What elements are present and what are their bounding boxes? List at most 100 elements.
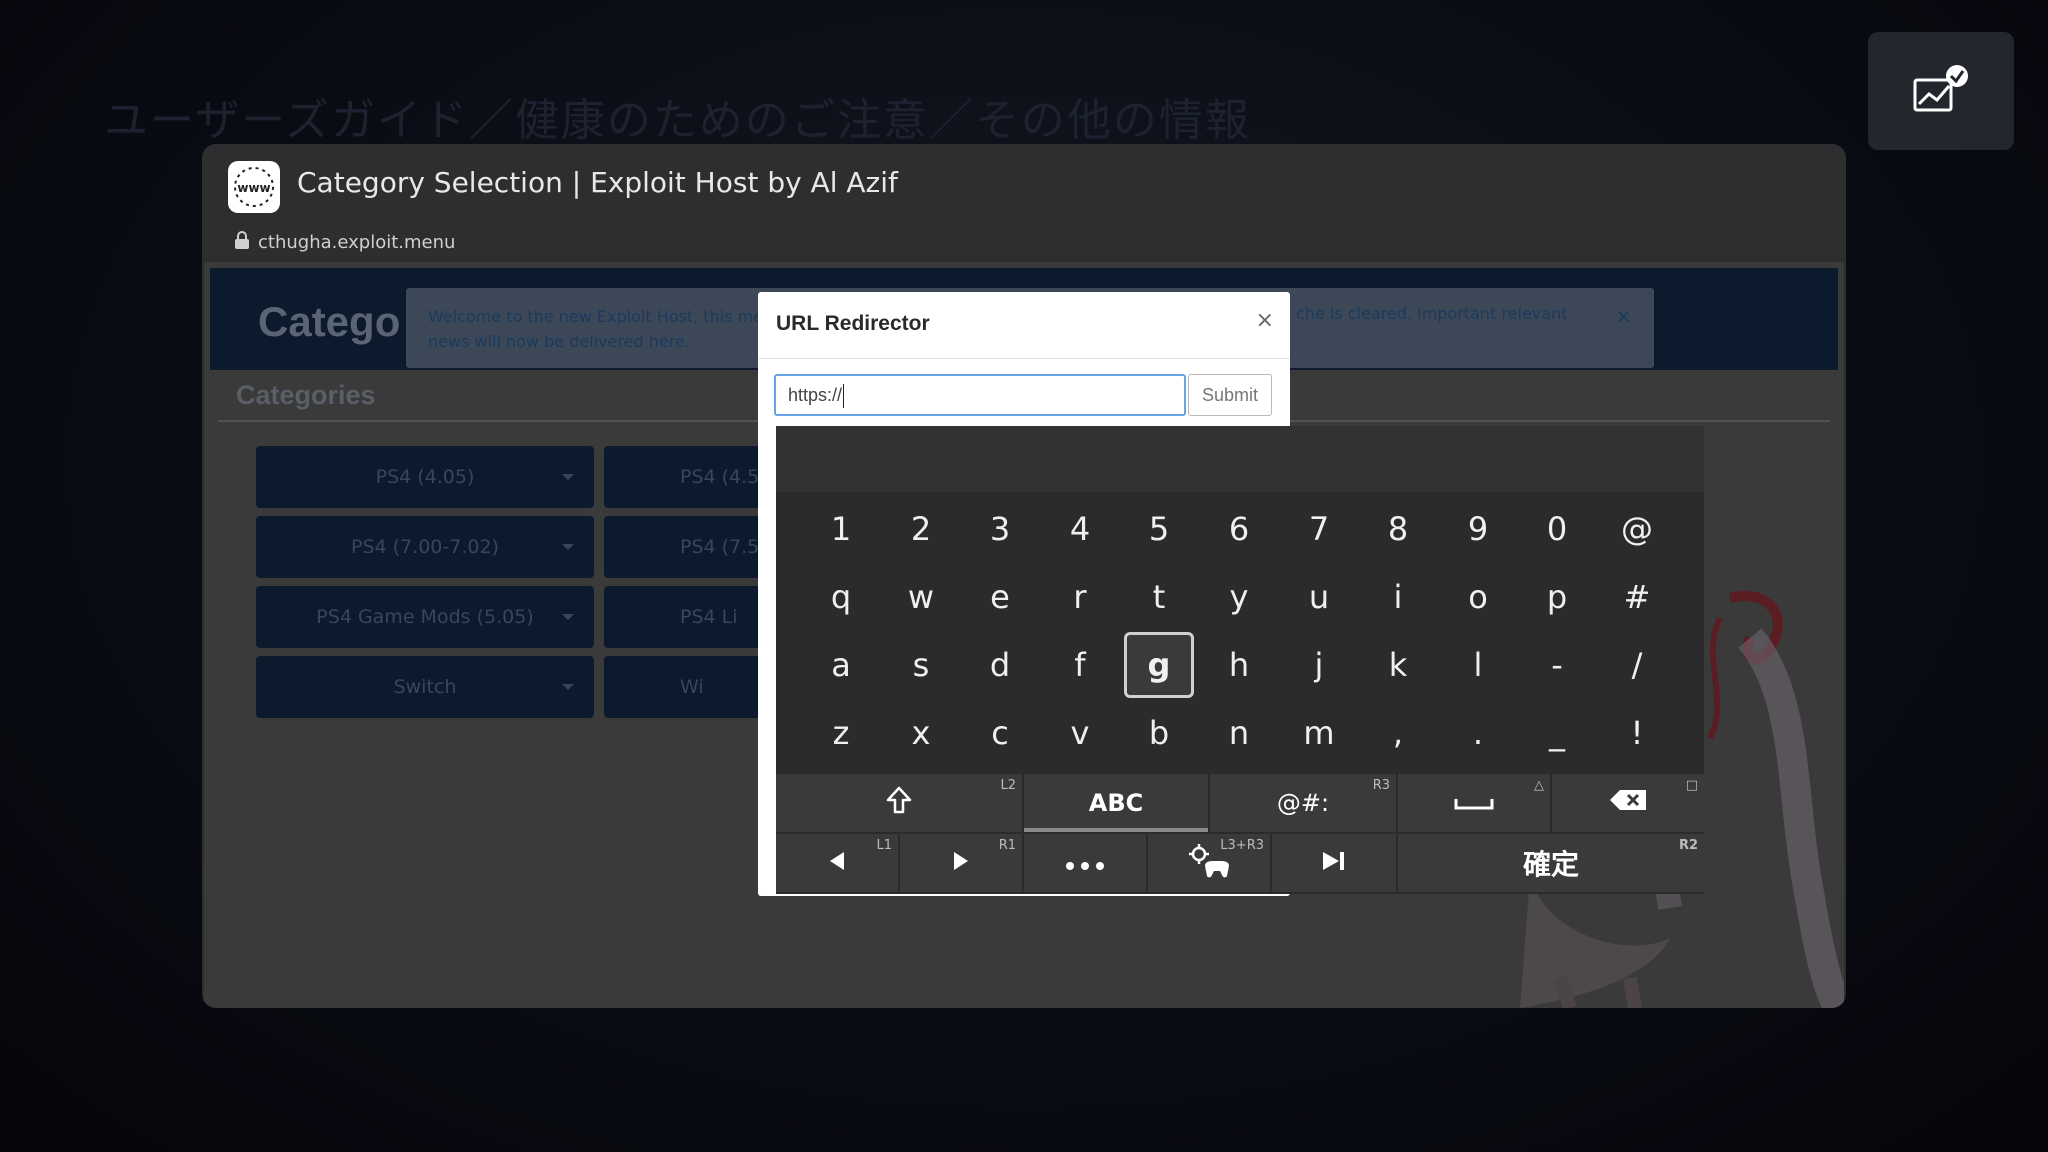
key[interactable]: 7 [1284, 496, 1354, 562]
key[interactable]: c [965, 700, 1035, 766]
key-focused[interactable]: g [1124, 632, 1194, 698]
category-button[interactable]: PS4 (7.00-7.02) [256, 516, 594, 578]
category-button[interactable]: PS4 (4.5 [604, 446, 764, 508]
key[interactable]: 8 [1363, 496, 1433, 562]
confirm-key-tag: R2 [1678, 838, 1698, 853]
url-input[interactable]: https:// [774, 374, 1186, 416]
key[interactable]: 9 [1443, 496, 1513, 562]
capture-button[interactable] [1868, 32, 2014, 150]
square-button-tag: □ [1685, 778, 1698, 793]
alert-close-icon[interactable]: × [1615, 304, 1632, 328]
key[interactable]: 1 [806, 496, 876, 562]
url-input-value: https:// [788, 385, 843, 405]
more-options-key[interactable] [1024, 834, 1146, 892]
key[interactable]: a [806, 632, 876, 698]
category-button[interactable]: PS4 (7.5 [604, 516, 764, 578]
key[interactable]: s [886, 632, 956, 698]
caret-down-icon [562, 474, 574, 480]
key[interactable]: - [1522, 632, 1592, 698]
url-row: cthugha.exploit.menu [234, 230, 455, 254]
key[interactable]: ! [1602, 700, 1672, 766]
category-button[interactable]: PS4 Li [604, 586, 764, 648]
key[interactable]: n [1204, 700, 1274, 766]
key[interactable]: 4 [1045, 496, 1115, 562]
category-label: PS4 (4.5 [680, 466, 760, 488]
backspace-icon [1608, 788, 1648, 818]
cursor-left-key[interactable]: L1 [776, 834, 898, 892]
background-title: ユーザーズガイド／健康のためのご注意／その他の情報 [104, 95, 1251, 146]
triangle-left-icon [829, 849, 845, 877]
abc-mode-label: ABC [1088, 789, 1144, 817]
key[interactable]: z [806, 700, 876, 766]
key[interactable]: h [1204, 632, 1274, 698]
key[interactable]: p [1522, 564, 1592, 630]
key[interactable]: e [965, 564, 1035, 630]
abc-mode-key[interactable]: ABC [1024, 774, 1208, 832]
key[interactable]: , [1363, 700, 1433, 766]
key[interactable]: m [1284, 700, 1354, 766]
triangle-right-icon [953, 849, 969, 877]
key[interactable]: . [1443, 700, 1513, 766]
key[interactable]: d [965, 632, 1035, 698]
backspace-key[interactable]: □ [1552, 774, 1704, 832]
space-key[interactable]: △ [1398, 774, 1550, 832]
key[interactable]: w [886, 564, 956, 630]
key[interactable]: u [1284, 564, 1354, 630]
shift-key[interactable]: L2 [776, 774, 1022, 832]
space-icon [1454, 789, 1494, 817]
on-screen-keyboard: 1 2 3 4 5 6 7 8 9 0 @ q w e r t y u i o … [776, 426, 1704, 894]
key[interactable]: @ [1602, 496, 1672, 562]
key[interactable]: / [1602, 632, 1672, 698]
category-label: Switch [393, 676, 457, 698]
pointer-mode-key[interactable]: L3+R3 [1148, 834, 1270, 892]
key[interactable]: i [1363, 564, 1433, 630]
key[interactable]: k [1363, 632, 1433, 698]
key[interactable]: y [1204, 564, 1274, 630]
category-label: PS4 Game Mods (5.05) [316, 606, 534, 628]
page-title: Category Selection | Exploit Host by Al … [297, 166, 898, 199]
key[interactable]: r [1045, 564, 1115, 630]
key[interactable]: q [806, 564, 876, 630]
triangle-button-tag: △ [1534, 778, 1544, 793]
ellipsis-icon [1065, 849, 1105, 877]
key[interactable]: 6 [1204, 496, 1274, 562]
categories-heading: Categories [236, 380, 376, 410]
jump-end-key[interactable] [1272, 834, 1396, 892]
key[interactable]: # [1602, 564, 1672, 630]
key[interactable]: o [1443, 564, 1513, 630]
key[interactable]: 3 [965, 496, 1035, 562]
close-icon[interactable]: × [1256, 308, 1274, 333]
key[interactable]: j [1284, 632, 1354, 698]
symbols-mode-label: @#: [1276, 789, 1330, 817]
key[interactable]: 2 [886, 496, 956, 562]
key[interactable]: f [1045, 632, 1115, 698]
key[interactable]: 0 [1522, 496, 1592, 562]
key[interactable]: v [1045, 700, 1115, 766]
key[interactable]: l [1443, 632, 1513, 698]
key[interactable]: x [886, 700, 956, 766]
pointer-mode-tag: L3+R3 [1220, 838, 1264, 853]
category-label: PS4 (7.00-7.02) [351, 536, 499, 558]
caret-down-icon [562, 544, 574, 550]
category-button[interactable]: PS4 (4.05) [256, 446, 594, 508]
alert-text-left: Welcome to the new Exploit Host, this me… [428, 307, 764, 351]
cursor-right-key[interactable]: R1 [900, 834, 1022, 892]
key[interactable]: _ [1522, 700, 1592, 766]
skip-forward-icon [1321, 849, 1347, 877]
category-button[interactable]: Switch [256, 656, 594, 718]
submit-button[interactable]: Submit [1188, 374, 1272, 416]
key[interactable]: b [1124, 700, 1194, 766]
symbols-mode-key[interactable]: @#: R3 [1210, 774, 1396, 832]
category-button[interactable]: Wi [604, 656, 764, 718]
category-label: Wi [680, 676, 704, 698]
www-icon-text: www [237, 181, 270, 195]
category-button[interactable]: PS4 Game Mods (5.05) [256, 586, 594, 648]
confirm-label: 確定 [1522, 848, 1579, 881]
category-label: PS4 (4.05) [375, 466, 475, 488]
capture-check-icon [1911, 62, 1971, 120]
confirm-key[interactable]: 確定 R2 [1398, 834, 1704, 892]
key[interactable]: t [1124, 564, 1194, 630]
key[interactable]: 5 [1124, 496, 1194, 562]
lock-icon [234, 230, 250, 254]
category-label: PS4 Li [680, 606, 738, 628]
